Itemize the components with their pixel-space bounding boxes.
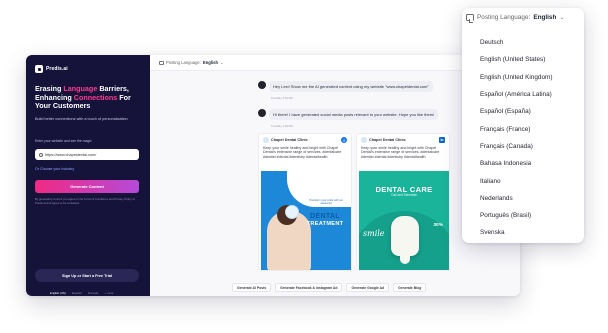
post-caption: Keep your smile healthy and bright with … <box>361 146 440 159</box>
website-field-label: Enter your website and see the magic <box>35 139 92 143</box>
facebook-icon: f <box>341 137 347 143</box>
website-url-input[interactable]: https://www.chapeldental.com/ <box>35 149 139 160</box>
language-option[interactable]: Português (Brasil) <box>465 207 581 224</box>
clinic-name: Chapel Dental Clinic <box>369 138 406 142</box>
language-option[interactable]: Nederlands <box>465 190 581 207</box>
language-options: Deutsch English (United States) English … <box>465 34 581 242</box>
dropdown-header[interactable]: Posting Language: English ⌄ <box>466 14 565 23</box>
translate-icon <box>466 14 474 23</box>
user-message-bubble: Hey Lexi! Show me the AI generated conte… <box>269 81 433 92</box>
language-option[interactable]: Bahasa Indonesia <box>465 155 581 172</box>
language-dropdown: Posting Language: English ⌄ Deutsch Engl… <box>462 8 584 243</box>
chevron-down-icon: ⌄ <box>559 15 565 21</box>
posting-language-selector[interactable]: Posting Language: English ⌄ <box>159 60 224 65</box>
tooth-illustration <box>391 216 419 264</box>
dropdown-value: English <box>533 14 557 21</box>
logo-text: Predis.ai <box>46 66 68 72</box>
image-subtitle: TREATMENT <box>306 221 344 227</box>
image-title: DENTAL <box>310 213 340 220</box>
avatar <box>258 81 266 89</box>
footer-link[interactable]: + more <box>105 291 114 295</box>
language-option[interactable]: Svenska <box>465 224 581 241</box>
subline: Build better connections with a touch of… <box>35 117 128 121</box>
footer-link[interactable]: Español <box>72 291 82 295</box>
image-subtitle: Call and Schedule <box>391 193 417 197</box>
suggestion-chips: Generate AI Posts Generate Facebook & In… <box>232 283 427 292</box>
user-message-time: Tuesday 4:18 PM <box>271 96 293 100</box>
headline: Erasing Language Barriers, Enhancing Con… <box>35 84 145 111</box>
user-message: Hey Lexi! Show me the AI generated conte… <box>258 81 433 92</box>
app-logo[interactable]: Predis.ai <box>35 65 68 73</box>
footer-link[interactable]: English (US) <box>50 291 66 295</box>
website-url-value: https://www.chapeldental.com/ <box>45 152 97 157</box>
post-card-facebook[interactable]: Chapel Dental Clinic f Keep your smile h… <box>258 133 352 271</box>
translate-icon <box>159 60 164 65</box>
posting-language-value: English <box>202 60 219 65</box>
post-caption: Keep your smile healthy and bright with … <box>263 146 342 159</box>
posting-language-label: Posting Language: <box>166 60 201 65</box>
chip-generate-facebook-instagram-ad[interactable]: Generate Facebook & Instagram Ad <box>275 283 343 292</box>
left-panel: Predis.ai Erasing Language Barriers, Enh… <box>26 55 150 296</box>
image-discount: 30% <box>433 223 443 228</box>
terms-text: By generating content you agree to the T… <box>35 197 135 205</box>
chip-generate-blog[interactable]: Generate Blog <box>393 283 427 292</box>
language-option[interactable]: Français (Canada) <box>465 138 581 155</box>
chevron-down-icon: ⌄ <box>220 60 224 65</box>
globe-icon <box>39 152 43 157</box>
clinic-avatar <box>263 137 269 143</box>
image-script-text: smile <box>363 229 385 238</box>
language-option[interactable]: English (United Kingdom) <box>465 69 581 86</box>
post-card-linkedin[interactable]: Chapel Dental Clinic in Keep your smile … <box>356 133 450 271</box>
language-option[interactable]: Español (España) <box>465 103 581 120</box>
post-image: DENTAL CARE Call and Schedule smile 30% <box>359 171 449 270</box>
language-option[interactable]: Français (France) <box>465 120 581 137</box>
post-image: Transform your smile with our advanced D… <box>261 171 351 270</box>
language-option[interactable]: Español (América Latina) <box>465 86 581 103</box>
dental-lamp <box>285 205 299 219</box>
avatar <box>258 109 266 117</box>
logo-icon <box>35 65 43 73</box>
image-small-text: Transform your smile with our advanced <box>308 199 344 205</box>
generate-content-button[interactable]: Generate Content <box>35 180 139 193</box>
choose-industry-link[interactable]: Or Choose your Industry <box>35 167 74 171</box>
card-header: Chapel Dental Clinic <box>263 137 308 143</box>
chip-generate-ai-posts[interactable]: Generate AI Posts <box>232 283 272 292</box>
chip-generate-google-ad[interactable]: Generate Google Ad <box>346 283 390 292</box>
clinic-name: Chapel Dental Clinic <box>271 138 308 142</box>
footer-link[interactable]: Français <box>88 291 99 295</box>
card-header: Chapel Dental Clinic <box>361 137 406 143</box>
linkedin-icon: in <box>439 137 445 143</box>
bot-message-time: Tuesday 4:18 PM <box>271 124 293 128</box>
bot-message-bubble: Hi there! I have generated social media … <box>269 109 439 120</box>
signup-button[interactable]: Sign Up or Start a Free Trial <box>35 269 139 282</box>
dropdown-label: Posting Language: <box>477 14 531 21</box>
footer-language-links: English (US) Español Français + more <box>50 291 113 295</box>
app-window: Predis.ai Erasing Language Barriers, Enh… <box>26 55 520 296</box>
language-option[interactable]: English (United States) <box>465 51 581 68</box>
bot-message: Hi there! I have generated social media … <box>258 109 439 120</box>
language-option[interactable]: Italiano <box>465 172 581 189</box>
clinic-avatar <box>361 137 367 143</box>
language-option[interactable]: Deutsch <box>465 34 581 51</box>
